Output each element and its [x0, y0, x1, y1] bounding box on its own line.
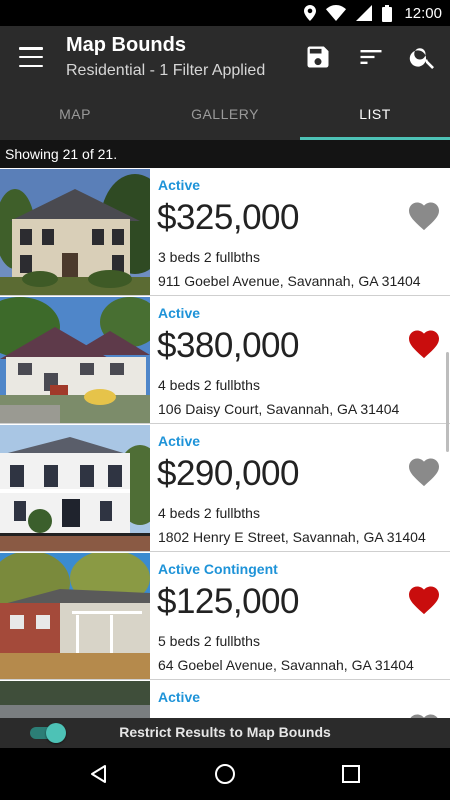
home-icon	[215, 764, 235, 784]
recents-button[interactable]	[339, 762, 363, 786]
menu-icon-line	[19, 64, 43, 67]
listing-row[interactable]: Active	[0, 680, 450, 718]
listing-address: 911 Goebel Avenue, Savannah, GA 31404	[158, 273, 421, 289]
tab-list[interactable]: LIST	[300, 88, 450, 140]
listing-photo	[0, 169, 150, 295]
list-scrollbar[interactable]	[446, 352, 449, 452]
menu-icon-line	[19, 55, 43, 59]
tab-bar: MAP GALLERY LIST	[0, 88, 450, 140]
restrict-label: Restrict Results to Map Bounds	[119, 724, 331, 740]
favorite-heart-icon[interactable]	[406, 582, 442, 618]
favorite-heart-icon[interactable]	[406, 198, 442, 234]
page-subtitle: Residential - 1 Filter Applied	[66, 62, 266, 79]
app-bar: Map Bounds Residential - 1 Filter Applie…	[0, 26, 450, 88]
signal-icon	[356, 5, 373, 21]
wifi-icon	[326, 5, 347, 21]
listing-status: Active	[158, 433, 201, 449]
listing-row[interactable]: Active $325,000 3 beds 2 fullbths 911 Go…	[0, 168, 450, 296]
listing-beds: 3 beds 2 fullbths	[158, 249, 260, 265]
status-time: 12:00	[404, 4, 442, 22]
search-icon	[409, 48, 434, 69]
listing-beds: 5 beds 2 fullbths	[158, 633, 260, 649]
sort-button[interactable]	[355, 41, 387, 73]
system-nav-bar	[0, 748, 450, 800]
listing-status: Active	[158, 689, 201, 705]
restrict-bar: Restrict Results to Map Bounds	[0, 718, 450, 748]
favorite-heart-icon[interactable]	[406, 454, 442, 490]
listing-status: Active	[158, 305, 201, 321]
page-title: Map Bounds	[66, 34, 186, 56]
back-button[interactable]	[87, 762, 111, 786]
listing-photo	[0, 297, 150, 423]
listing-row[interactable]: Active $380,000 4 beds 2 fullbths 106 Da…	[0, 296, 450, 424]
back-icon	[91, 765, 106, 783]
sort-icon	[360, 50, 382, 64]
menu-button[interactable]	[17, 45, 45, 69]
favorite-heart-icon[interactable]	[406, 710, 442, 718]
save-button[interactable]	[302, 41, 334, 73]
listing-price: $125,000	[157, 582, 299, 621]
listing-price: $290,000	[157, 454, 299, 493]
listing-list[interactable]: Active $325,000 3 beds 2 fullbths 911 Go…	[0, 168, 450, 718]
save-icon	[307, 46, 329, 68]
results-count: Showing 21 of 21.	[0, 140, 450, 168]
listing-row[interactable]: Active Contingent $125,000 5 beds 2 full…	[0, 552, 450, 680]
listing-price: $380,000	[157, 326, 299, 365]
listing-photo	[0, 425, 150, 551]
status-bar: 12:00	[0, 0, 450, 26]
search-button[interactable]	[407, 41, 439, 73]
listing-status: Active	[158, 177, 201, 193]
listing-address: 106 Daisy Court, Savannah, GA 31404	[158, 401, 400, 417]
listing-photo	[0, 553, 150, 679]
listing-address: 1802 Henry E Street, Savannah, GA 31404	[158, 529, 426, 545]
listing-photo	[0, 681, 150, 718]
listing-price: $325,000	[157, 198, 299, 237]
home-button[interactable]	[213, 762, 237, 786]
listing-row[interactable]: Active $290,000 4 beds 2 fullbths 1802 H…	[0, 424, 450, 552]
recents-icon	[342, 765, 360, 783]
location-icon	[304, 5, 317, 21]
listing-beds: 4 beds 2 fullbths	[158, 377, 260, 393]
tab-gallery[interactable]: GALLERY	[150, 88, 300, 140]
battery-icon	[382, 4, 393, 22]
favorite-heart-icon[interactable]	[406, 326, 442, 362]
listing-status: Active Contingent	[158, 561, 278, 577]
listing-address: 64 Goebel Avenue, Savannah, GA 31404	[158, 657, 414, 673]
tab-map[interactable]: MAP	[0, 88, 150, 140]
listing-beds: 4 beds 2 fullbths	[158, 505, 260, 521]
menu-icon-line	[19, 47, 43, 50]
